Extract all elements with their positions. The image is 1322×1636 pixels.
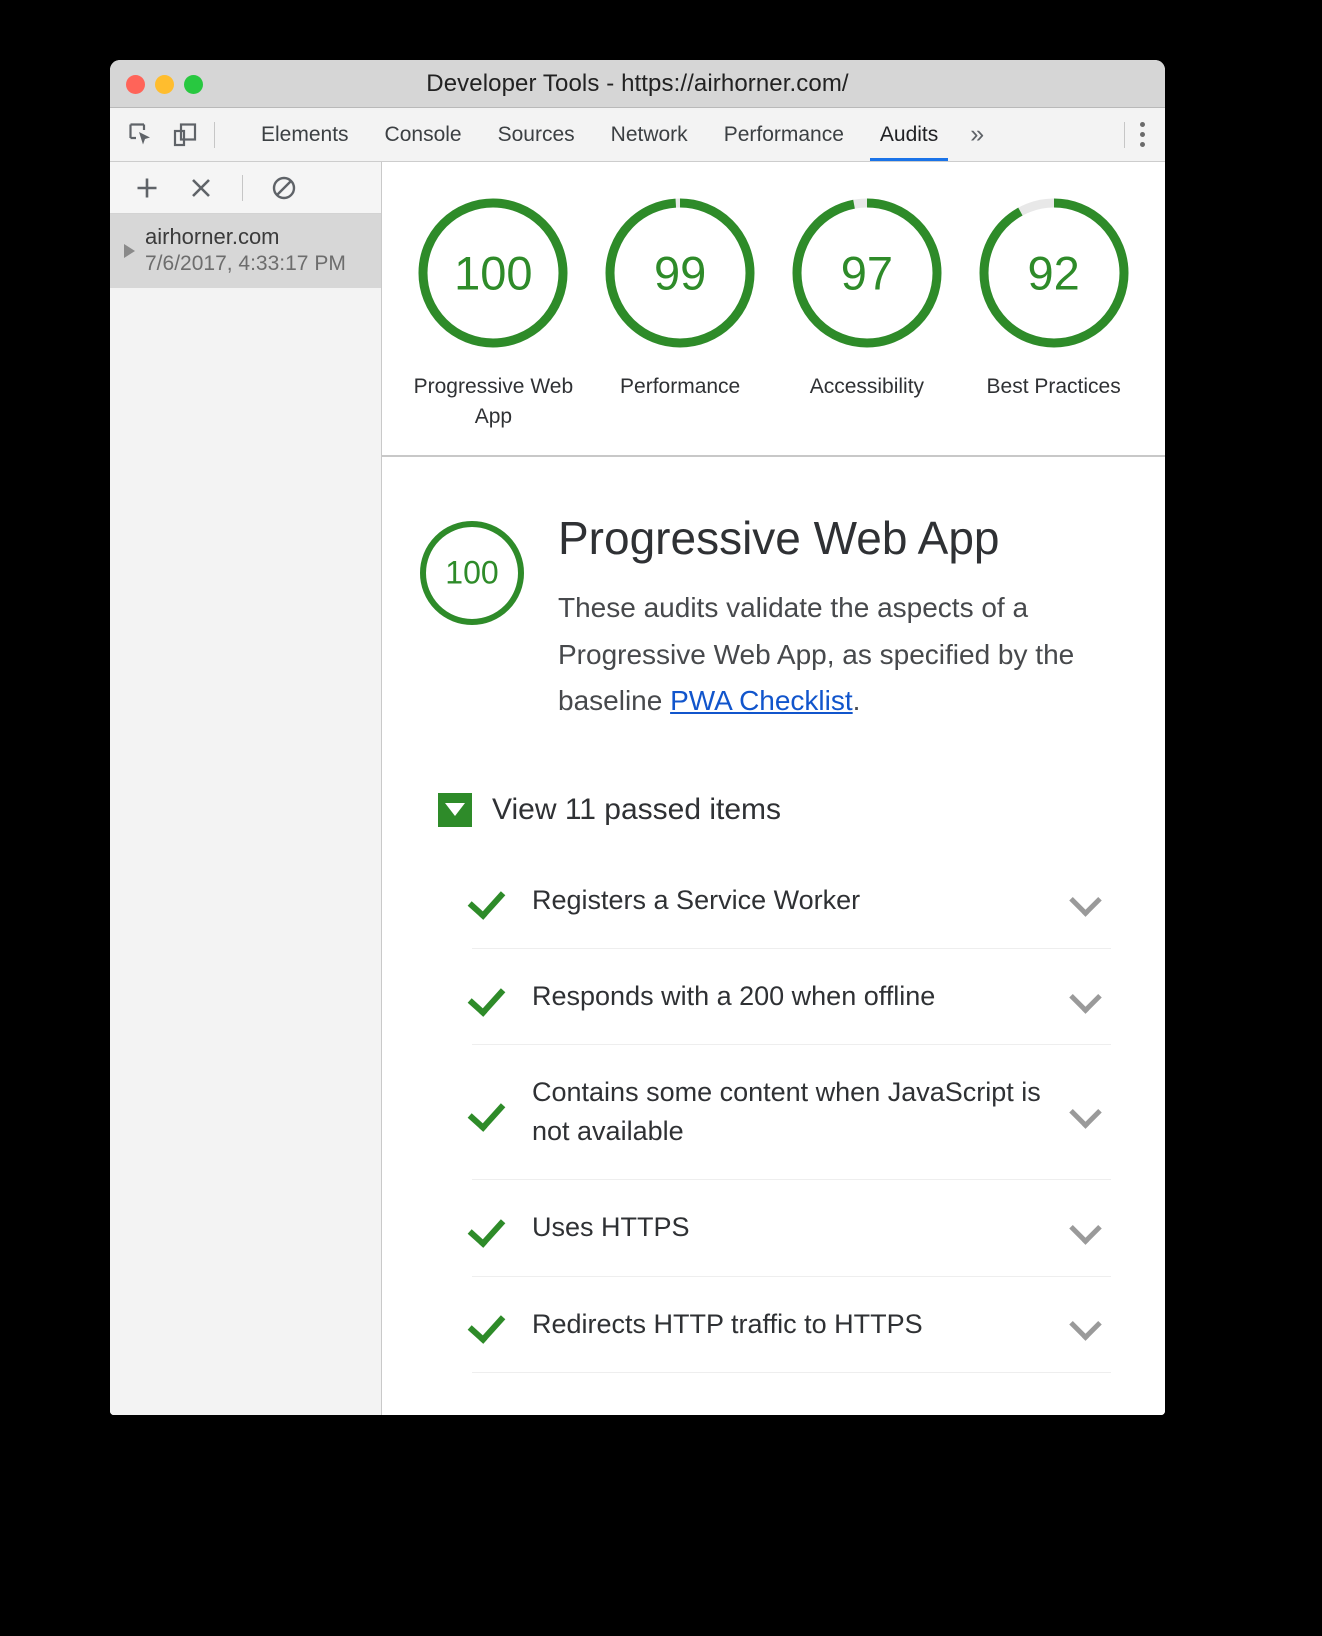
check-icon xyxy=(472,1095,506,1129)
inspect-cursor-icon[interactable] xyxy=(126,120,156,150)
tab-label: Elements xyxy=(261,122,349,146)
audit-title: Contains some content when JavaScript is… xyxy=(532,1077,1041,1147)
expanded-triangle-icon[interactable] xyxy=(438,792,472,827)
pwa-checklist-link[interactable]: PWA Checklist xyxy=(670,685,853,716)
gauge-ring: 100 xyxy=(412,192,574,354)
sidebar-item-text: airhorner.com 7/6/2017, 4:33:17 PM xyxy=(145,224,346,276)
category-score: 100 xyxy=(445,554,499,591)
tab-console[interactable]: Console xyxy=(367,108,480,161)
gauge-ring: 99 xyxy=(599,192,761,354)
devtools-body: airhorner.com 7/6/2017, 4:33:17 PM 100 P… xyxy=(110,162,1165,1415)
check-icon xyxy=(472,1211,506,1245)
window-title: Developer Tools - https://airhorner.com/ xyxy=(426,69,849,97)
chevron-down-icon[interactable] xyxy=(1069,980,1103,1014)
category-header: 100 Progressive Web App These audits val… xyxy=(416,513,1131,725)
gauge-label: Accessibility xyxy=(809,375,925,398)
tab-audits[interactable]: Audits xyxy=(862,108,956,161)
audit-title: Redirects HTTP traffic to HTTPS xyxy=(532,1308,923,1339)
gauge-score: 92 xyxy=(1027,246,1080,300)
gauge-accessibility[interactable]: 97 Accessibility xyxy=(781,192,953,402)
minimize-window-button[interactable] xyxy=(155,74,174,94)
gauge-progressive-web-app[interactable]: 100 Progressive Web App xyxy=(407,192,579,433)
audit-row[interactable]: Registers a Service Worker xyxy=(472,853,1111,950)
gauge-score: 100 xyxy=(454,246,533,300)
maximize-window-button[interactable] xyxy=(184,74,203,94)
check-icon xyxy=(472,1307,506,1341)
audits-sidebar: airhorner.com 7/6/2017, 4:33:17 PM xyxy=(110,162,382,1415)
category-gauge: 100 xyxy=(416,517,528,629)
category-body: Progressive Web App These audits validat… xyxy=(558,513,1131,725)
gauge-label: Best Practices xyxy=(986,375,1121,398)
tab-performance[interactable]: Performance xyxy=(706,108,862,161)
passed-audits-list: Registers a Service Worker Responds with… xyxy=(472,853,1111,1373)
gauge-score: 97 xyxy=(840,246,894,300)
score-gauges: 100 Progressive Web App 99 Performance 9… xyxy=(382,162,1165,457)
gauge-label: Progressive Web App xyxy=(413,375,574,429)
tab-sources[interactable]: Sources xyxy=(480,108,593,161)
window-titlebar: Developer Tools - https://airhorner.com/ xyxy=(110,60,1165,108)
tab-label: Network xyxy=(610,122,688,146)
tab-elements[interactable]: Elements xyxy=(243,108,367,161)
check-icon xyxy=(472,980,506,1014)
expand-arrow-icon[interactable] xyxy=(124,244,135,258)
sidebar-item-host: airhorner.com xyxy=(145,224,280,249)
gauge-label: Performance xyxy=(620,375,741,398)
tab-label: Sources xyxy=(497,122,575,146)
chevron-down-icon[interactable] xyxy=(1069,1307,1103,1341)
audit-row[interactable]: Uses HTTPS xyxy=(472,1180,1111,1277)
tabbar-tools xyxy=(110,108,227,161)
category-detail: 100 Progressive Web App These audits val… xyxy=(382,457,1165,1373)
triangle-down-icon xyxy=(445,803,465,817)
audit-row[interactable]: Redirects HTTP traffic to HTTPS xyxy=(472,1277,1111,1373)
devtools-tabbar: Elements Console Sources Network Perform… xyxy=(110,108,1165,162)
delete-audit-button[interactable] xyxy=(186,173,216,203)
tabbar-right-tools xyxy=(1124,108,1165,161)
window-controls xyxy=(126,60,203,108)
clear-all-button[interactable] xyxy=(269,173,299,203)
toolbar-divider xyxy=(214,121,215,148)
sidebar-item-timestamp: 7/6/2017, 4:33:17 PM xyxy=(145,252,346,275)
sidebar-toolbar-divider xyxy=(242,174,243,201)
panel-tabs: Elements Console Sources Network Perform… xyxy=(243,108,998,161)
category-description: These audits validate the aspects of a P… xyxy=(558,585,1131,724)
chevron-down-icon[interactable] xyxy=(1069,1095,1103,1129)
chevron-down-icon[interactable] xyxy=(1069,1211,1103,1245)
gauge-ring: 97 xyxy=(786,192,948,354)
audit-row[interactable]: Contains some content when JavaScript is… xyxy=(472,1045,1111,1181)
tab-network[interactable]: Network xyxy=(593,108,706,161)
more-tabs-icon[interactable]: » xyxy=(956,108,998,161)
more-options-icon[interactable] xyxy=(1125,122,1159,147)
add-audit-button[interactable] xyxy=(132,173,162,203)
screenshot-root: Developer Tools - https://airhorner.com/ xyxy=(0,0,1322,1636)
audit-row[interactable]: Responds with a 200 when offline xyxy=(472,949,1111,1046)
audits-report-panel: 100 Progressive Web App 99 Performance 9… xyxy=(382,162,1165,1415)
page-title: Progressive Web App xyxy=(558,511,1000,564)
sidebar-empty-space xyxy=(110,288,381,1415)
devtools-window: Developer Tools - https://airhorner.com/ xyxy=(110,60,1165,1415)
audit-title: Uses HTTPS xyxy=(532,1212,690,1243)
gauge-best-practices[interactable]: 92 Best Practices xyxy=(968,192,1140,402)
gauge-performance[interactable]: 99 Performance xyxy=(594,192,766,402)
check-icon xyxy=(472,883,506,917)
sidebar-item-airhorner[interactable]: airhorner.com 7/6/2017, 4:33:17 PM xyxy=(110,214,381,288)
tab-label: Performance xyxy=(723,122,844,146)
tab-label: Console xyxy=(384,122,462,146)
audit-title: Responds with a 200 when offline xyxy=(532,981,936,1012)
view-passed-items-toggle[interactable]: View 11 passed items xyxy=(438,792,1131,827)
device-toolbar-icon[interactable] xyxy=(170,120,200,150)
gauge-ring: 92 xyxy=(973,192,1135,354)
chevron-down-icon[interactable] xyxy=(1069,883,1103,917)
close-window-button[interactable] xyxy=(126,74,145,94)
gauge-score: 99 xyxy=(653,246,707,300)
tab-label: Audits xyxy=(879,122,939,146)
sidebar-toolbar xyxy=(110,162,381,214)
audit-title: Registers a Service Worker xyxy=(532,884,861,915)
passed-items-label: View 11 passed items xyxy=(492,792,782,826)
description-after: . xyxy=(852,685,861,717)
